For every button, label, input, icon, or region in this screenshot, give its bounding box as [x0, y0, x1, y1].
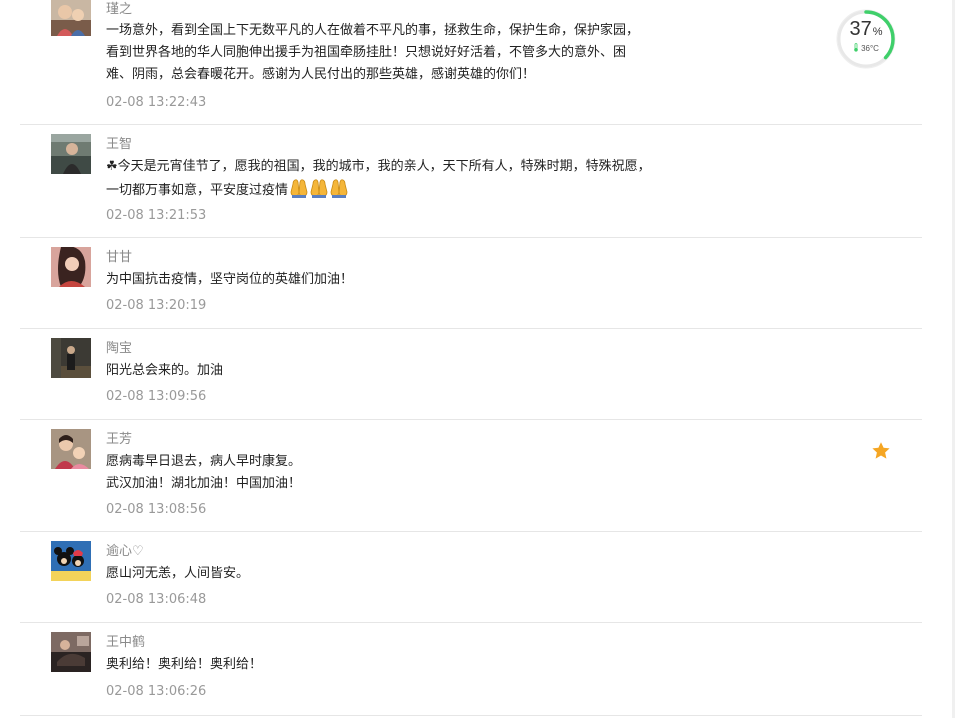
thermometer-icon — [854, 43, 858, 52]
avatar[interactable] — [51, 632, 91, 672]
comment-text: 阳光总会来的。加油 — [106, 360, 696, 382]
comment-item: 甘甘 为中国抗击疫情，坚守岗位的英雄们加油！ 02-08 13:20:19 — [20, 238, 922, 329]
comment-text-line: 愿病毒早日退去，病人早时康复。 — [106, 454, 302, 469]
gauge-temperature: 36°C — [834, 43, 898, 54]
comment-timestamp: 02-08 13:20:19 — [106, 298, 207, 313]
avatar[interactable] — [51, 0, 91, 36]
comment-timestamp: 02-08 13:06:26 — [106, 684, 207, 699]
gauge-temperature-value: 36°C — [861, 44, 879, 53]
comment-timestamp: 02-08 13:22:43 — [106, 95, 207, 110]
comment-item: 瑾之 一场意外，看到全国上下无数平凡的人在做着不平凡的事，拯救生命，保护生命，保… — [20, 0, 922, 125]
comment-author[interactable]: 瑾之 — [106, 2, 132, 18]
comment-text-segment: 一切都万事如意，平安度过疫情 — [106, 183, 289, 198]
comment-author[interactable]: 王芳 — [106, 432, 132, 448]
gauge-percent-value: 37 — [849, 18, 872, 40]
comment-text-line: 一切都万事如意，平安度过疫情 — [106, 178, 696, 206]
avatar[interactable] — [51, 541, 91, 581]
comment-text: 为中国抗击疫情，坚守岗位的英雄们加油！ — [106, 269, 696, 291]
comment-text-line: 奥利给！奥利给！奥利给！ — [106, 657, 263, 672]
comment-author[interactable]: 陶宝 — [106, 341, 132, 357]
comment-item: 王芳 愿病毒早日退去，病人早时康复。 武汉加油！湖北加油！中国加油！ 02-08… — [20, 420, 922, 532]
comment-author[interactable]: 甘甘 — [106, 250, 132, 266]
comment-text-line: 为中国抗击疫情，坚守岗位的英雄们加油！ — [106, 272, 354, 287]
comment-text-line: 看到世界各地的华人同胞伸出援手为祖国牵肠挂肚！只想说好好活着，不管多大的意外、困 — [106, 45, 627, 60]
avatar[interactable] — [51, 338, 91, 378]
comment-timestamp: 02-08 13:09:56 — [106, 389, 207, 404]
comment-text: 愿病毒早日退去，病人早时康复。 武汉加油！湖北加油！中国加油！ — [106, 451, 696, 495]
comment-item: 逾心♡ 愿山河无恙，人间皆安。 02-08 13:06:48 — [20, 532, 922, 623]
star-icon[interactable] — [871, 441, 891, 461]
comment-timestamp: 02-08 13:06:48 — [106, 592, 207, 607]
folded-hands-icon — [289, 178, 349, 206]
comment-text: ☘今天是元宵佳节了，愿我的祖国，我的城市，我的亲人，天下所有人，特殊时期，特殊祝… — [106, 156, 696, 206]
gauge-percent: 37% — [834, 18, 898, 43]
comment-text-line: 阳光总会来的。加油 — [106, 363, 224, 378]
comment-text: 一场意外，看到全国上下无数平凡的人在做着不平凡的事，拯救生命，保护生命，保护家园… — [106, 20, 696, 86]
avatar[interactable] — [51, 429, 91, 469]
comment-item: 陶宝 阳光总会来的。加油 02-08 13:09:56 — [20, 329, 922, 420]
comment-item: 王中鹤 奥利给！奥利给！奥利给！ 02-08 13:06:26 — [20, 623, 922, 716]
comment-text-line: 一场意外，看到全国上下无数平凡的人在做着不平凡的事，拯救生命，保护生命，保护家园… — [106, 23, 640, 38]
comment-page: 瑾之 一场意外，看到全国上下无数平凡的人在做着不平凡的事，拯救生命，保护生命，保… — [0, 0, 955, 718]
memory-gauge-widget[interactable]: 37% 36°C — [834, 7, 898, 71]
comment-item: 王智 ☘今天是元宵佳节了，愿我的祖国，我的城市，我的亲人，天下所有人，特殊时期，… — [20, 125, 922, 238]
comment-text-line: ☘今天是元宵佳节了，愿我的祖国，我的城市，我的亲人，天下所有人，特殊时期，特殊祝… — [106, 159, 651, 174]
avatar[interactable] — [51, 247, 91, 287]
gauge-percent-unit: % — [872, 26, 883, 38]
comment-timestamp: 02-08 13:21:53 — [106, 208, 207, 223]
comment-text-line: 武汉加油！湖北加油！中国加油！ — [106, 476, 302, 491]
comment-timestamp: 02-08 13:08:56 — [106, 502, 207, 517]
comment-text-line: 愿山河无恙，人间皆安。 — [106, 566, 250, 581]
comment-author[interactable]: 王中鹤 — [106, 635, 145, 651]
comment-text: 愿山河无恙，人间皆安。 — [106, 563, 696, 585]
comment-author[interactable]: 逾心♡ — [106, 544, 144, 560]
comment-author[interactable]: 王智 — [106, 137, 132, 153]
comment-text-line: 难、阴雨，总会春暖花开。感谢为人民付出的那些英雄，感谢英雄的你们！ — [106, 67, 536, 82]
comment-text: 奥利给！奥利给！奥利给！ — [106, 654, 696, 676]
avatar[interactable] — [51, 134, 91, 174]
